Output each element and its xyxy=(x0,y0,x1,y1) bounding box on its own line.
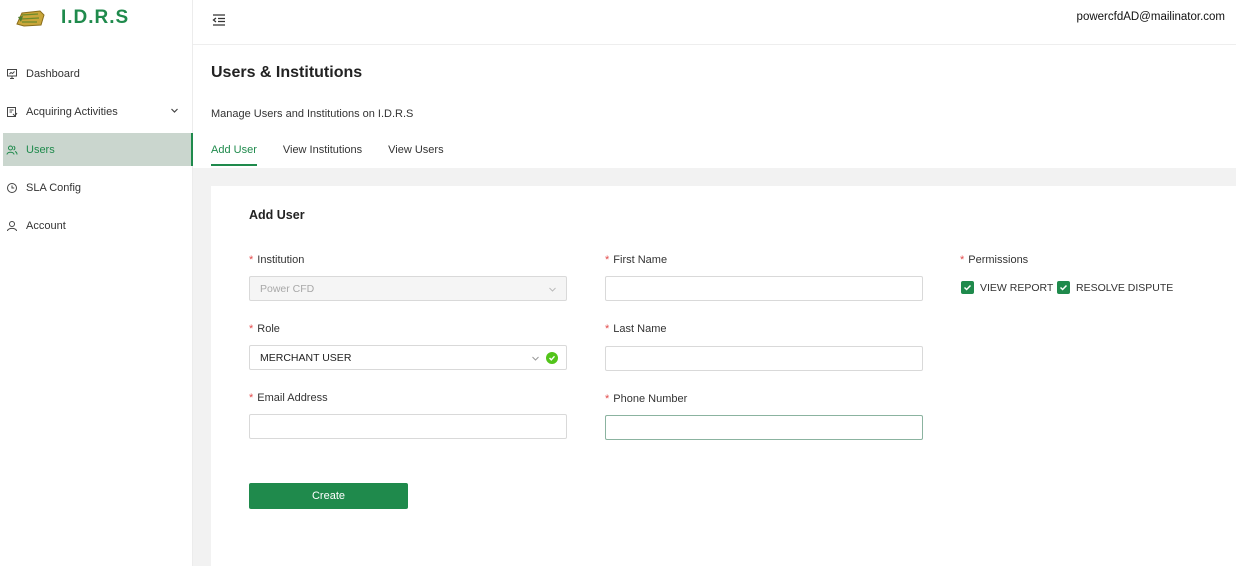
institution-label: * Institution xyxy=(249,254,304,266)
chevron-down-icon xyxy=(548,285,557,297)
role-value: MERCHANT USER xyxy=(260,351,352,364)
sidebar-item-label: Users xyxy=(26,143,55,156)
role-select[interactable]: MERCHANT USER xyxy=(249,345,567,370)
permission-label: VIEW REPORT xyxy=(980,281,1054,294)
sidebar-item-label: Dashboard xyxy=(26,67,80,80)
phone-label: * Phone Number xyxy=(605,393,687,405)
checkbox-checked-icon[interactable] xyxy=(961,281,974,294)
last-name-label: * Last Name xyxy=(605,323,666,335)
permission-resolve-dispute[interactable]: RESOLVE DISPUTE xyxy=(1057,281,1173,294)
tab-view-institutions[interactable]: View Institutions xyxy=(283,144,362,166)
phone-label-text: Phone Number xyxy=(613,393,688,405)
first-name-label: * First Name xyxy=(605,254,667,266)
required-mark: * xyxy=(960,254,965,266)
tab-bar: Add User View Institutions View Users xyxy=(211,144,470,166)
institution-select: Power CFD xyxy=(249,276,567,301)
chevron-down-icon[interactable] xyxy=(170,106,179,118)
sidebar-item-acquiring-activities[interactable]: Acquiring Activities xyxy=(0,95,193,128)
logo-emblem-icon xyxy=(14,7,46,29)
tab-add-user[interactable]: Add User xyxy=(211,144,257,166)
checkbox-checked-icon[interactable] xyxy=(1057,281,1070,294)
required-mark: * xyxy=(249,323,254,335)
sidebar: I.D.R.S Dashboard Acquiring Activities U… xyxy=(0,0,193,566)
sidebar-item-sla-config[interactable]: SLA Config xyxy=(0,171,193,204)
last-name-field[interactable] xyxy=(605,346,923,371)
last-name-label-text: Last Name xyxy=(613,323,667,335)
phone-field[interactable] xyxy=(605,415,923,440)
permission-label: RESOLVE DISPUTE xyxy=(1076,281,1174,294)
first-name-field[interactable] xyxy=(605,276,923,301)
required-mark: * xyxy=(605,323,610,335)
create-button[interactable]: Create xyxy=(249,483,408,509)
check-circle-icon xyxy=(546,352,558,364)
permission-view-report[interactable]: VIEW REPORT xyxy=(961,281,1053,294)
clipboard-icon xyxy=(6,106,18,118)
tab-view-users[interactable]: View Users xyxy=(388,144,443,166)
institution-label-text: Institution xyxy=(257,254,305,266)
email-field[interactable] xyxy=(249,414,567,439)
institution-value: Power CFD xyxy=(260,282,315,295)
first-name-label-text: First Name xyxy=(613,254,668,266)
page-description: Manage Users and Institutions on I.D.R.S xyxy=(211,108,414,120)
logo-title: I.D.R.S xyxy=(61,7,130,28)
user-icon xyxy=(6,220,18,232)
role-label-text: Role xyxy=(257,323,280,335)
required-mark: * xyxy=(605,254,610,266)
email-label: * Email Address xyxy=(249,392,328,404)
page-title: Users & Institutions xyxy=(211,64,363,81)
sidebar-item-dashboard[interactable]: Dashboard xyxy=(0,57,193,90)
user-email[interactable]: powercfdAD@mailinator.com xyxy=(1077,11,1225,23)
users-icon xyxy=(6,144,18,156)
sidebar-item-label: Acquiring Activities xyxy=(26,105,118,118)
logo[interactable]: I.D.R.S xyxy=(14,7,129,29)
permissions-label-text: Permissions xyxy=(968,254,1029,266)
add-user-card: Add User * Institution Power CFD * Role ME… xyxy=(211,186,1236,566)
permissions-label: * Permissions xyxy=(960,254,1028,266)
sidebar-item-label: SLA Config xyxy=(26,181,82,194)
required-mark: * xyxy=(249,392,254,404)
email-label-text: Email Address xyxy=(257,392,328,404)
chevron-down-icon[interactable] xyxy=(531,354,540,366)
required-mark: * xyxy=(605,393,610,405)
top-bar: powercfdAD@mailinator.com xyxy=(193,0,1236,45)
presentation-icon xyxy=(6,68,18,80)
role-label: * Role xyxy=(249,323,280,335)
sidebar-item-users[interactable]: Users xyxy=(3,133,193,166)
sidebar-nav: Dashboard Acquiring Activities Users SLA… xyxy=(0,57,193,247)
clock-icon xyxy=(6,182,18,194)
sidebar-item-label: Account xyxy=(26,219,66,232)
sidebar-item-account[interactable]: Account xyxy=(0,209,193,242)
card-title: Add User xyxy=(249,208,305,222)
required-mark: * xyxy=(249,254,254,266)
menu-fold-icon[interactable] xyxy=(211,12,227,28)
